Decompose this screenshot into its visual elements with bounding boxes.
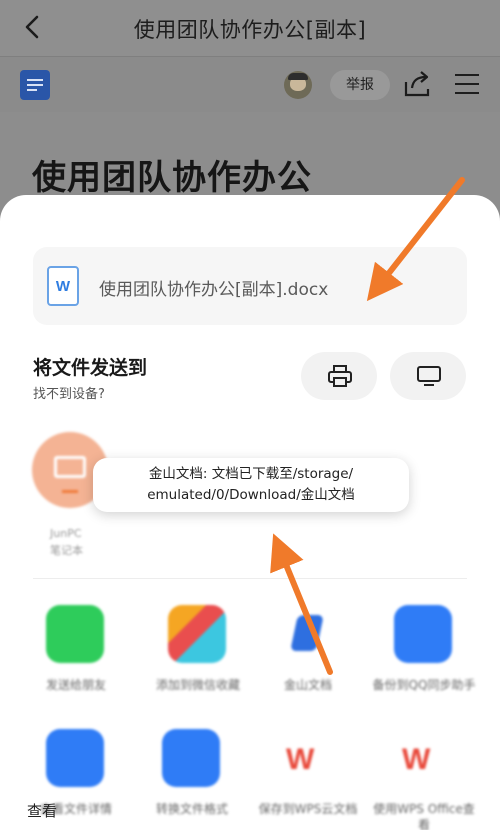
download-toast: 金山文档: 文档已下载至/storage/ emulated/0/Downloa…: [93, 458, 409, 512]
share-target-wechat-favorites[interactable]: 添加到微信收藏: [146, 605, 256, 725]
share-target-wps-cloud[interactable]: W 保存到WPS云文档: [256, 729, 366, 830]
share-target-kdocs[interactable]: 金山文档: [256, 605, 366, 725]
cast-to-screen-button[interactable]: [390, 352, 466, 400]
share-sheet: W 使用团队协作办公[副本].docx 将文件发送到 找不到设备? JunPC …: [0, 195, 500, 830]
avatar[interactable]: [284, 71, 312, 99]
send-to-title: 将文件发送到: [33, 357, 148, 379]
document-toolbar: 举报: [0, 56, 500, 112]
device-not-found-link[interactable]: 找不到设备?: [33, 383, 105, 402]
share-target-wps-office[interactable]: W 使用WPS Office查看: [372, 729, 482, 830]
kdocs-icon: [278, 605, 336, 663]
divider: [33, 578, 467, 579]
laptop-icon: [54, 456, 86, 478]
file-name: 使用团队协作办公[副本].docx: [99, 280, 329, 300]
wps-icon: W: [394, 729, 452, 787]
wechat-icon: [46, 605, 104, 663]
menu-icon[interactable]: [455, 73, 479, 95]
report-button[interactable]: 举报: [330, 70, 390, 100]
cube-icon: [168, 605, 226, 663]
print-button[interactable]: [301, 352, 377, 400]
nearby-device-label: JunPC 笔记本: [50, 527, 83, 557]
wps-icon: W: [278, 729, 336, 787]
convert-icon: [162, 729, 220, 787]
file-card: W 使用团队协作办公[副本].docx: [33, 247, 467, 325]
top-bar: 使用团队协作办公[副本]: [0, 0, 500, 56]
printer-icon: [328, 365, 352, 387]
monitor-icon: [417, 366, 441, 386]
share-target-convert-format[interactable]: 转换文件格式: [140, 729, 250, 830]
document-app-icon[interactable]: [20, 70, 50, 100]
file-detail-icon: [46, 729, 104, 787]
word-file-icon: W: [47, 266, 79, 306]
share-target-wechat-friend[interactable]: 发送给朋友: [24, 605, 134, 725]
share-target-qq-sync[interactable]: 备份到QQ同步助手: [372, 605, 482, 725]
page-title: 使用团队协作办公[副本]: [133, 18, 367, 42]
document-heading: 使用团队协作办公: [32, 158, 312, 198]
view-label: 查看: [27, 802, 58, 820]
share-icon[interactable]: [402, 69, 432, 99]
share-targets-grid: 发送给朋友 添加到微信收藏 金山文档 备份到QQ同步助手 查看文件详情 转换文件…: [0, 605, 500, 830]
folder-plus-icon: [394, 605, 452, 663]
